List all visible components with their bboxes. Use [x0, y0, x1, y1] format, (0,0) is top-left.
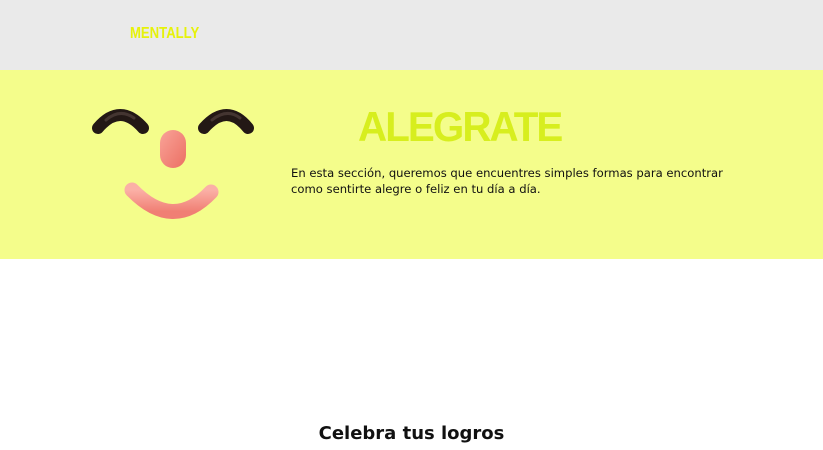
section-title-celebra: Celebra tus logros [318, 423, 505, 444]
smiley-face-icon [90, 100, 260, 230]
site-logo[interactable]: MENTALLY [130, 25, 199, 43]
hero-description: En esta sección, queremos que encuentres… [291, 166, 723, 196]
left-eye-arc [92, 109, 149, 134]
nose-shape [160, 130, 186, 168]
hero-title: ALEGRATE [358, 103, 563, 150]
hero-banner: ALEGRATE En esta sección, queremos que e… [0, 70, 823, 259]
right-eye-arc [198, 109, 254, 134]
page: MENTALLY ALEGRATE En esta sección, quere… [0, 0, 823, 450]
site-header: MENTALLY [0, 0, 823, 70]
mouth-curve [124, 182, 219, 219]
